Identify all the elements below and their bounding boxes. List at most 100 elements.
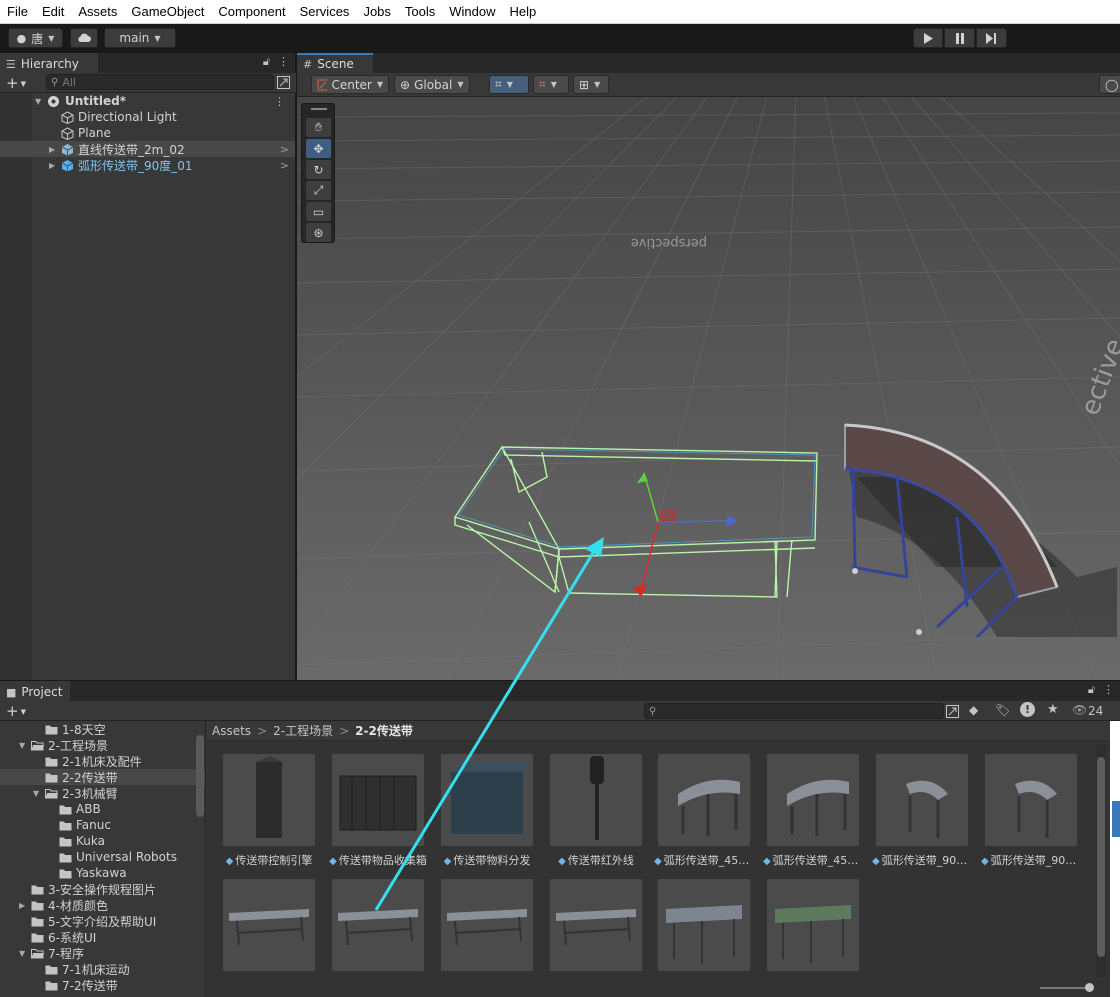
create-button[interactable]: + ▼: [6, 74, 26, 93]
asset-item[interactable]: [437, 879, 537, 974]
tab-hierarchy[interactable]: ☰ Hierarchy: [0, 53, 98, 73]
breadcrumb-item[interactable]: Assets: [212, 724, 251, 738]
asset-item[interactable]: ◆ 传送带物品收集箱: [328, 754, 428, 868]
drag-handle-icon[interactable]: [311, 108, 327, 110]
search-by-type-icon[interactable]: [946, 705, 959, 718]
folder-tree-item[interactable]: ABB: [0, 801, 205, 817]
branch-dropdown[interactable]: main ▼: [104, 28, 176, 48]
hierarchy-search-input[interactable]: ⚲ All: [46, 74, 274, 90]
filter-by-type-icon[interactable]: ◆: [969, 703, 978, 717]
menu-item-assets[interactable]: Assets: [71, 0, 124, 24]
grid-snap-button[interactable]: ⌗ ▼: [489, 75, 529, 94]
folder-tree-item[interactable]: 7-1机床运动: [0, 961, 205, 977]
folder-tree-item[interactable]: ▶ 4-材质颜色: [0, 897, 205, 913]
asset-item[interactable]: [546, 879, 646, 974]
asset-item[interactable]: ◆ 传送带物料分发: [437, 754, 537, 868]
folder-tree-item[interactable]: 6-系统UI: [0, 929, 205, 945]
asset-item[interactable]: [763, 879, 863, 974]
chevron-right-icon[interactable]: >: [280, 143, 289, 156]
hand-tool-button[interactable]: ✋︎: [306, 118, 331, 137]
tab-project[interactable]: ■ Project: [0, 681, 70, 701]
foldout-collapsed-icon[interactable]: ▶: [49, 161, 55, 170]
more-icon[interactable]: ⋮: [1103, 683, 1114, 697]
folder-tree-item[interactable]: 2-2传送带: [0, 769, 205, 785]
folder-tree-item[interactable]: Yaskawa: [0, 865, 205, 881]
hierarchy-item[interactable]: Directional Light: [0, 109, 295, 125]
menu-item-gameobject[interactable]: GameObject: [124, 0, 211, 24]
thumbnail-size-slider[interactable]: [1040, 987, 1090, 989]
rect-tool-button[interactable]: ▭: [306, 202, 331, 221]
foldout-collapsed-icon[interactable]: ▶: [49, 145, 55, 154]
pivot-rotation-dropdown[interactable]: ⊕ Global ▼: [394, 75, 470, 94]
menu-item-jobs[interactable]: Jobs: [356, 0, 397, 24]
increment-snap-button[interactable]: ⌗ ▼: [533, 75, 569, 94]
star-icon[interactable]: ★: [1047, 702, 1059, 717]
scene-visibility-icon[interactable]: [277, 76, 290, 89]
warning-icon[interactable]: !: [1020, 702, 1035, 717]
foldout-expanded-icon[interactable]: ▼: [33, 789, 39, 798]
folder-tree-item[interactable]: Kuka: [0, 833, 205, 849]
project-search-input[interactable]: ⚲: [644, 703, 944, 719]
menu-item-file[interactable]: File: [0, 0, 35, 24]
pivot-mode-dropdown[interactable]: Center ▼: [311, 75, 389, 94]
foldout-expanded-icon[interactable]: ▼: [35, 97, 41, 106]
create-asset-button[interactable]: + ▼: [6, 702, 26, 721]
folder-tree-item[interactable]: 5-文字介绍及帮助UI: [0, 913, 205, 929]
breadcrumb-current[interactable]: 2-2传送带: [355, 722, 413, 739]
scene-view-draw-mode[interactable]: ◯: [1099, 75, 1120, 94]
asset-item[interactable]: [219, 879, 319, 974]
folder-tree-item[interactable]: ▼ 7-程序: [0, 945, 205, 961]
folder-tree-item[interactable]: 7-2传送带: [0, 977, 205, 993]
hierarchy-item-selected[interactable]: ▶ 直线传送带_2m_02 >: [0, 141, 295, 157]
more-icon[interactable]: ⋮: [278, 55, 289, 69]
folder-tree-item[interactable]: 3-安全操作规程图片: [0, 881, 205, 897]
step-button[interactable]: [976, 28, 1007, 48]
scene-root-row[interactable]: ▼ Untitled* ⋮: [0, 93, 295, 109]
thumbnail-size-slider-knob[interactable]: [1085, 983, 1094, 992]
hierarchy-item[interactable]: ▶ 弧形传送带_90度_01 >: [0, 157, 295, 173]
lock-icon[interactable]: 🔓︎: [1088, 683, 1095, 697]
asset-item[interactable]: ◆弧形传送带_45度_02: [763, 754, 863, 868]
scene-viewport[interactable]: perspective ective ✋︎ ✥ ↻ ⤢ ▭ ⊛: [297, 97, 1120, 680]
folder-tree-item[interactable]: Universal Robots: [0, 849, 205, 865]
foldout-expanded-icon[interactable]: ▼: [19, 741, 25, 750]
eye-icon[interactable]: 👁︎: [1072, 703, 1087, 717]
chevron-right-icon[interactable]: >: [280, 159, 289, 172]
asset-item[interactable]: ◆弧形传送带_90度_01: [872, 754, 972, 868]
lock-icon[interactable]: 🔓︎: [263, 55, 270, 69]
asset-item[interactable]: ◆ 传送带控制引擎: [219, 754, 319, 868]
menu-item-tools[interactable]: Tools: [398, 0, 442, 24]
rotate-tool-button[interactable]: ↻: [306, 160, 331, 179]
transform-tool-button[interactable]: ⊛: [306, 223, 331, 242]
label-icon[interactable]: 🏷︎: [995, 703, 1010, 717]
cloud-button[interactable]: [70, 28, 98, 48]
play-button[interactable]: [913, 28, 943, 48]
folder-tree-item[interactable]: 1-8天空: [0, 721, 205, 737]
menu-item-services[interactable]: Services: [293, 0, 357, 24]
ruler-button[interactable]: ⊞ ▼: [573, 75, 609, 94]
more-icon[interactable]: ⋮: [274, 95, 285, 108]
folder-tree-item[interactable]: 2-1机床及配件: [0, 753, 205, 769]
foldout-expanded-icon[interactable]: ▼: [19, 949, 25, 958]
tab-scene[interactable]: # Scene: [297, 53, 373, 73]
project-tree-scrollbar[interactable]: [196, 735, 204, 817]
foldout-collapsed-icon[interactable]: ▶: [19, 901, 25, 910]
asset-item[interactable]: [328, 879, 428, 974]
menu-item-component[interactable]: Component: [211, 0, 292, 24]
content-scrollbar-thumb[interactable]: [1097, 757, 1105, 957]
asset-item[interactable]: ◆弧形传送带_90度_02: [981, 754, 1081, 868]
menu-item-edit[interactable]: Edit: [35, 0, 71, 24]
asset-item[interactable]: [654, 879, 754, 974]
content-scrollbar[interactable]: [1096, 745, 1106, 977]
pause-button[interactable]: [944, 28, 975, 48]
menu-item-help[interactable]: Help: [503, 0, 544, 24]
folder-tree-item[interactable]: ▼ 2-工程场景: [0, 737, 205, 753]
hierarchy-item[interactable]: Plane: [0, 125, 295, 141]
breadcrumb-item[interactable]: 2-工程场景: [273, 722, 333, 739]
move-tool-button[interactable]: ✥: [306, 139, 331, 158]
account-button[interactable]: ● 唐 ▼: [8, 28, 63, 48]
asset-item[interactable]: ◆ 传送带红外线: [546, 754, 646, 868]
asset-item[interactable]: ◆弧形传送带_45度_01: [654, 754, 754, 868]
scene-render[interactable]: perspective ective: [297, 97, 1120, 680]
scale-tool-button[interactable]: ⤢: [306, 181, 331, 200]
